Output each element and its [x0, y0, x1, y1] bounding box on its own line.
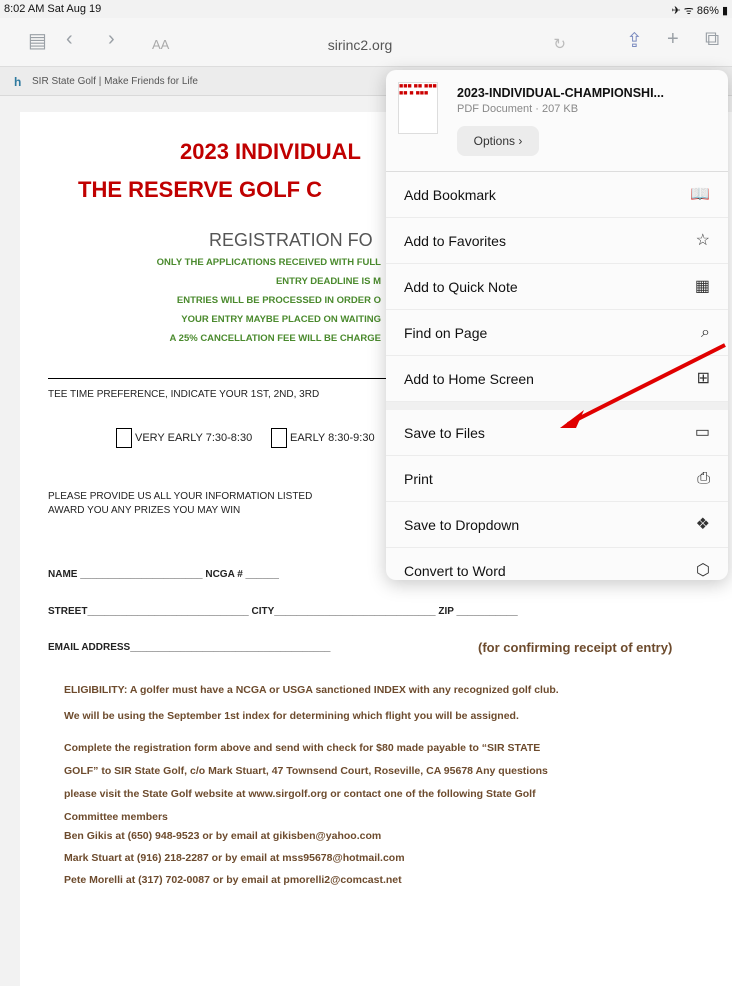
pdf-thumbnail-icon: ■■■ ■■ ■■■ ■■ ■ ■■■	[398, 82, 438, 134]
email-note: (for confirming receipt of entry)	[478, 640, 673, 655]
note-icon: ▦	[694, 278, 710, 295]
notice-3: ENTRIES WILL BE PROCESSED IN ORDER O	[176, 295, 381, 306]
complete-1: Complete the registration form above and…	[64, 742, 541, 754]
share-print[interactable]: Print ⎙	[386, 456, 728, 502]
tabs-icon[interactable]: ⧉	[705, 28, 719, 51]
name-field[interactable]: NAME ______________________ NCGA # _____…	[48, 569, 279, 580]
share-item-label: Print	[404, 471, 433, 487]
street-field[interactable]: STREET_____________________________ CITY…	[48, 606, 518, 617]
contact-ben[interactable]: Ben Gikis at (650) 948-9523 or by email …	[64, 830, 381, 842]
very-early-option[interactable]: VERY EARLY 7:30-8:30	[116, 428, 252, 448]
early-label: EARLY 8:30-9:30	[290, 431, 375, 444]
dropbox-icon: ❖	[695, 516, 710, 533]
contact-mark[interactable]: Mark Stuart at (916) 218-2287 or by emai…	[64, 852, 405, 864]
url-text[interactable]: sirinc2.org	[328, 37, 393, 53]
file-name: 2023-INDIVIDUAL-CHAMPIONSHI...	[457, 86, 664, 100]
reader-icon[interactable]: AA	[152, 32, 169, 58]
word-icon: ⬡	[696, 562, 710, 579]
find-icon: ⌕	[701, 324, 710, 341]
tab-sir-state-golf[interactable]: h SIR State Golf | Make Friends for Life	[8, 70, 388, 94]
notice-2: ENTRY DEADLINE IS M	[275, 276, 381, 287]
favicon-icon: h	[14, 75, 22, 89]
file-meta: PDF Document · 207 KB	[457, 103, 579, 115]
share-convert-to-word[interactable]: Convert to Word ⬡	[386, 548, 728, 580]
star-icon: ☆	[695, 232, 710, 249]
provide-info: PLEASE PROVIDE US ALL YOUR INFORMATION L…	[48, 491, 313, 502]
email-field[interactable]: EMAIL ADDRESS___________________________…	[48, 642, 330, 653]
registration-heading: REGISTRATION FO	[209, 230, 373, 250]
share-add-favorites[interactable]: Add to Favorites ☆	[386, 218, 728, 264]
share-item-label: Add to Quick Note	[404, 279, 518, 295]
complete-2: GOLF” to SIR State Golf, c/o Mark Stuart…	[64, 765, 548, 777]
status-indicators: ✈ ᯤ 86% ▮	[671, 5, 729, 17]
section-gap	[386, 402, 728, 410]
share-save-to-files[interactable]: Save to Files ▭	[386, 410, 728, 456]
award-info: AWARD YOU ANY PRIZES YOU MAY WIN	[48, 505, 241, 516]
share-add-bookmark[interactable]: Add Bookmark 📖	[386, 172, 728, 218]
early-checkbox[interactable]	[271, 428, 287, 448]
folder-icon: ▭	[694, 424, 710, 441]
share-item-label: Add to Home Screen	[404, 371, 534, 387]
notice-5: A 25% CANCELLATION FEE WILL BE CHARGE	[169, 333, 381, 344]
doc-title-1: 2023 INDIVIDUAL	[180, 139, 361, 164]
notice-4: YOUR ENTRY MAYBE PLACED ON WAITING	[181, 314, 381, 325]
early-option[interactable]: EARLY 8:30-9:30	[271, 428, 375, 448]
share-item-label: Add to Favorites	[404, 233, 506, 249]
very-early-checkbox[interactable]	[116, 428, 132, 448]
share-add-home-screen[interactable]: Add to Home Screen ⊞	[386, 356, 728, 402]
very-early-label: VERY EARLY 7:30-8:30	[135, 431, 253, 444]
tab-label: SIR State Golf | Make Friends for Life	[32, 76, 198, 87]
complete-3: please visit the State Golf website at w…	[64, 788, 536, 800]
share-item-label: Save to Dropdown	[404, 517, 520, 533]
new-tab-icon[interactable]: +	[667, 28, 679, 51]
browser-toolbar: ▤ ‹ › AA sirinc2.org ↻ ⇪ + ⧉	[0, 18, 732, 66]
address-bar[interactable]: AA sirinc2.org ↻	[150, 32, 570, 58]
book-icon: 📖	[690, 186, 710, 203]
eligibility-1: ELIGIBILITY: A golfer must have a NCGA o…	[64, 684, 559, 696]
share-icon[interactable]: ⇪	[626, 28, 643, 53]
share-item-label: Find on Page	[404, 325, 488, 341]
sidebar-icon[interactable]: ▤	[28, 28, 47, 53]
share-add-quick-note[interactable]: Add to Quick Note ▦	[386, 264, 728, 310]
back-icon[interactable]: ‹	[66, 28, 73, 51]
file-header: ■■■ ■■ ■■■ ■■ ■ ■■■ 2023-INDIVIDUAL-CHAMP…	[386, 70, 728, 172]
status-bar: 8:02 AM Sat Aug 19 ✈ ᯤ 86% ▮	[0, 0, 732, 18]
share-find-on-page[interactable]: Find on Page ⌕	[386, 310, 728, 356]
eligibility-2: We will be using the September 1st index…	[64, 710, 519, 722]
doc-title-2: THE RESERVE GOLF C	[78, 177, 323, 202]
share-item-label: Convert to Word	[404, 563, 506, 579]
print-icon: ⎙	[697, 470, 710, 487]
share-item-label: Save to Files	[404, 425, 485, 441]
forward-icon[interactable]: ›	[108, 28, 115, 51]
share-save-to-dropbox[interactable]: Save to Dropdown ❖	[386, 502, 728, 548]
share-sheet: ■■■ ■■ ■■■ ■■ ■ ■■■ 2023-INDIVIDUAL-CHAMP…	[386, 70, 728, 580]
share-item-label: Add Bookmark	[404, 187, 496, 203]
options-button[interactable]: Options ›	[457, 126, 539, 156]
notice-1: ONLY THE APPLICATIONS RECEIVED WITH FULL	[156, 257, 381, 268]
complete-4: Committee members	[64, 811, 168, 823]
reload-icon[interactable]: ↻	[553, 32, 566, 58]
status-time: 8:02 AM Sat Aug 19	[4, 3, 102, 15]
tee-preference: TEE TIME PREFERENCE, INDICATE YOUR 1ST, …	[48, 389, 320, 400]
add-home-icon: ⊞	[696, 370, 710, 387]
divider	[48, 378, 398, 379]
contact-pete[interactable]: Pete Morelli at (317) 702-0087 or by ema…	[64, 874, 402, 886]
